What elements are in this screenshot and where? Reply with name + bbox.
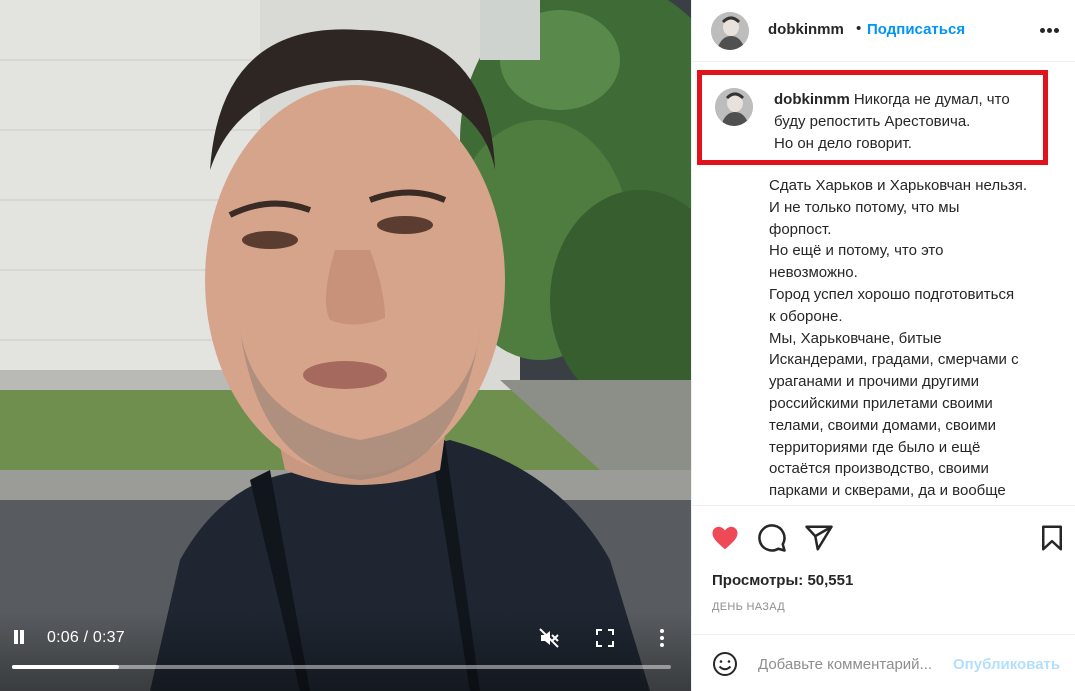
caption-text: dobkinmm Никогда не думал, что буду репос… [774, 89, 1044, 155]
video-controls-overlay [0, 611, 691, 691]
views-label: Просмотры: [712, 572, 804, 589]
heart-icon[interactable] [710, 523, 740, 553]
post-author[interactable]: dobkinmm [768, 21, 844, 38]
caption-highlight: dobkinmm Никогда не думал, что буду репос… [697, 70, 1048, 165]
caption-author[interactable]: dobkinmm [774, 91, 850, 108]
post-actions [692, 505, 1075, 565]
caption-body-line: И не только потому, что мы [769, 198, 960, 216]
caption-body-line: Мы, Харьковчане, битые [769, 329, 942, 347]
bookmark-icon[interactable] [1037, 523, 1067, 553]
avatar[interactable] [711, 12, 749, 50]
caption-line: Но он дело говорит. [774, 135, 912, 152]
caption-body: Сдать Харьков и Харьковчан нельзя. И не т… [769, 175, 1061, 500]
caption-body-line: остаётся производство, своими [769, 460, 989, 478]
video-frame [0, 0, 691, 691]
muted-speaker-icon[interactable] [538, 627, 560, 649]
caption-avatar[interactable] [715, 88, 753, 126]
caption-body-line: территориями где было и ещё [769, 438, 981, 456]
caption-body-line: российскими прилетами своими [769, 394, 993, 412]
separator-dot: • [856, 20, 862, 37]
caption-body-line: телами, своими домами, своими [769, 416, 997, 434]
comment-form: Опубликовать [692, 634, 1075, 691]
follow-button[interactable]: Подписаться [867, 21, 965, 38]
comment-input[interactable] [758, 651, 950, 677]
video-controls: 0:06 / 0:37 [0, 627, 691, 649]
video-progress-bar[interactable] [12, 665, 671, 669]
video-progress-fill [12, 665, 119, 669]
caption-body-line: Искандерами, градами, смерчами с [769, 351, 1019, 369]
video-player[interactable]: 0:06 / 0:37 [0, 0, 691, 691]
views-count[interactable]: Просмотры: 50,551 [712, 572, 853, 589]
caption-body-line: Город успел хорошо подготовиться [769, 285, 1015, 303]
pause-icon[interactable] [12, 630, 26, 646]
post-header: dobkinmm • Подписаться [692, 0, 1075, 62]
paper-plane-icon[interactable] [804, 523, 834, 553]
caption-line: Никогда не думал, что [853, 91, 1010, 108]
smiley-icon[interactable] [712, 651, 740, 679]
vertical-dots-icon[interactable] [658, 628, 666, 648]
post-timestamp[interactable]: ДЕНЬ НАЗАД [712, 601, 785, 613]
caption-body-line: к обороне. [769, 307, 843, 325]
caption-body-line: Но ещё и потому, что это [769, 242, 944, 260]
caption-body-line: ураганами и прочими другими [769, 373, 980, 391]
post-panel: dobkinmm • Подписаться dobkinmm Никогда н… [691, 0, 1075, 691]
views-number: 50,551 [807, 572, 854, 589]
caption-body-line: невозможно. [769, 264, 858, 282]
comment-icon[interactable] [757, 523, 787, 553]
fullscreen-icon[interactable] [596, 629, 614, 647]
caption-body-line: форпост. [769, 220, 832, 238]
caption-line: буду репостить Арестовича. [774, 113, 971, 130]
publish-button[interactable]: Опубликовать [953, 656, 1060, 673]
video-time: 0:06 / 0:37 [47, 629, 125, 646]
caption-body-line: Сдать Харьков и Харьковчан нельзя. [769, 177, 1028, 194]
more-options-icon[interactable] [1040, 28, 1060, 34]
caption-body-line: парками и скверами, да и вообще [769, 482, 1006, 500]
